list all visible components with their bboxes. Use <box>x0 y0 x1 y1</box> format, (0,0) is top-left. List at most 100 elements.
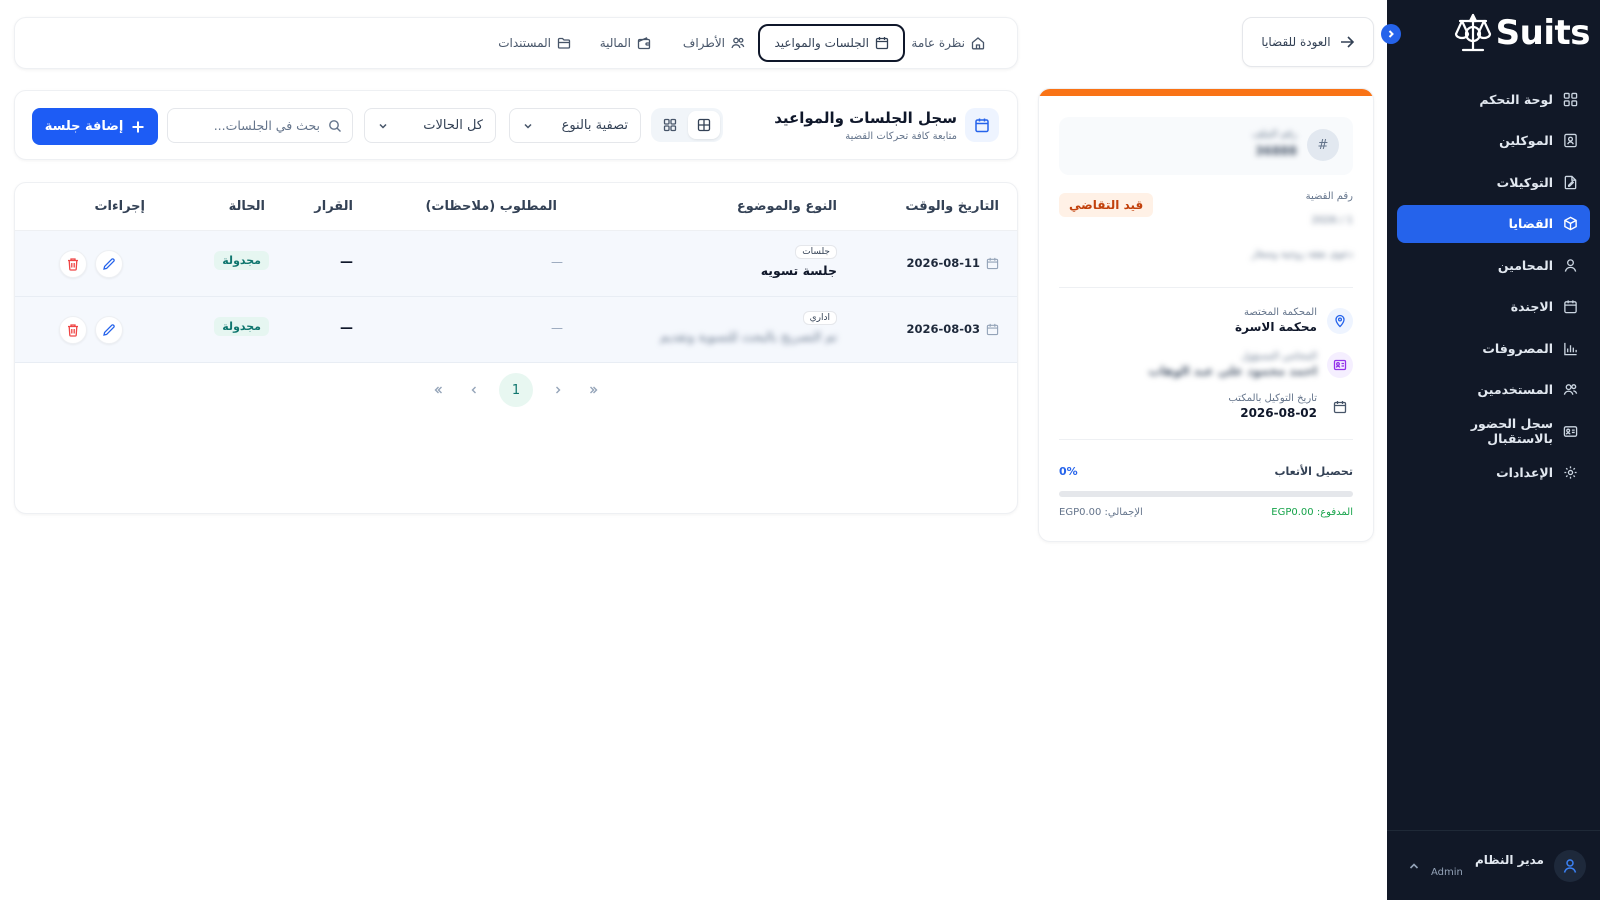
session-date: 2026-08-03 <box>906 322 999 336</box>
session-status: مجدولة <box>214 251 269 270</box>
user-icon <box>1563 858 1577 873</box>
id-card-icon <box>1563 425 1578 437</box>
case-tabs: نظرة عامة الجلسات والمواعيد الأطراف الما… <box>14 17 1018 69</box>
brand-logo[interactable]: Suits <box>1454 10 1591 56</box>
tab-label: المستندات <box>498 36 551 50</box>
total-amount: الإجمالي: EGP0.00 <box>1059 507 1143 518</box>
pagination: 1 <box>15 373 1017 407</box>
session-status: مجدولة <box>214 317 269 336</box>
table-view-button[interactable] <box>688 111 720 139</box>
sidebar-item-attendance[interactable]: سجل الحضور بالاستقبال <box>1397 412 1590 450</box>
tab-sessions[interactable]: الجلسات والمواعيد <box>758 24 905 62</box>
tab-parties[interactable]: الأطراف <box>669 24 759 62</box>
sidebar-item-users[interactable]: المستخدمين <box>1397 371 1590 409</box>
page-button-current[interactable]: 1 <box>499 373 533 407</box>
trash-icon <box>68 324 78 337</box>
status-accent-bar <box>1039 89 1373 96</box>
user-profile[interactable]: مدير النظام Admin <box>1387 830 1600 900</box>
sidebar-item-lawyers[interactable]: المحامين <box>1397 246 1590 284</box>
tab-finance[interactable]: المالية <box>586 24 665 62</box>
id-badge-icon <box>1327 351 1353 378</box>
sidebar-item-label: الإعدادات <box>1496 465 1553 480</box>
fees-label: تحصيل الأتعاب <box>1274 465 1353 478</box>
chevron-down-icon <box>524 123 532 129</box>
page-subtitle: متابعة كافة تحركات القضية <box>845 131 957 142</box>
poa-date-row: تاريخ التوكيل بالمكتب 2026-08-02 <box>1228 393 1353 420</box>
session-type-chip: جلسات <box>795 245 837 259</box>
double-chevron-right-icon <box>590 386 598 394</box>
edit-session-button[interactable] <box>95 316 123 344</box>
grid-view-button[interactable] <box>654 111 686 139</box>
sidebar-item-agenda[interactable]: الاجندة <box>1397 288 1590 326</box>
court-value: محكمة الاسرة <box>1235 320 1317 334</box>
arrow-right-icon <box>1340 36 1354 48</box>
column-header-actions: إجراءات <box>94 199 145 214</box>
sidebar-item-label: المحامين <box>1497 257 1553 273</box>
sidebar-item-poa[interactable]: التوكيلات <box>1397 163 1590 201</box>
dashboard-icon <box>1563 92 1578 106</box>
back-to-cases-button[interactable]: العودة للقضايا <box>1242 17 1374 67</box>
sidebar-item-dashboard[interactable]: لوحة التحكم <box>1397 80 1590 118</box>
case-status-badge: قيد التقاضي <box>1059 193 1154 217</box>
status-filter-select[interactable]: كل الحالات <box>364 108 496 143</box>
session-decision: — <box>340 255 353 270</box>
type-filter-value: تصفية بالنوع <box>561 118 628 133</box>
back-label: العودة للقضايا <box>1261 35 1331 49</box>
next-page-button[interactable] <box>547 379 569 401</box>
prev-page-button[interactable] <box>463 379 485 401</box>
session-type-subject: اداري تم التصريح بالبحث للتسوية وتقديم <box>660 309 837 344</box>
folder-icon <box>557 37 571 49</box>
user-icon <box>1564 258 1577 272</box>
chevron-up-icon[interactable] <box>1407 859 1421 873</box>
last-page-button[interactable] <box>583 379 605 401</box>
case-summary-card: # رقم الملف 36888 رقم القضية 2026 / 1 قي… <box>1038 88 1374 542</box>
calendar-icon <box>1327 394 1353 420</box>
column-header-type-subject: النوع والموضوع <box>736 199 837 214</box>
session-decision: — <box>340 321 353 336</box>
lawyer-row: المحامي المسؤول احمد محمود علي عبد الوها… <box>1148 351 1353 378</box>
case-number-label: رقم القضية <box>1305 191 1353 202</box>
session-subject: تم التصريح بالبحث للتسوية وتقديم <box>660 329 837 344</box>
sessions-toolbar: سجل الجلسات والمواعيد متابعة كافة تحركات… <box>14 90 1018 160</box>
sidebar-item-expenses[interactable]: المصروفات <box>1397 329 1590 367</box>
chevron-down-icon <box>379 123 387 129</box>
sidebar: Suits لوحة التحكم الموكلين التوكيلات الق… <box>1387 0 1600 900</box>
tab-overview[interactable]: نظرة عامة <box>897 24 999 62</box>
sidebar-item-label: المستخدمين <box>1477 382 1553 397</box>
type-filter-select[interactable]: تصفية بالنوع <box>509 108 641 143</box>
plus-icon <box>132 121 144 132</box>
file-number-label: رقم الملف <box>1252 129 1297 140</box>
table-row[interactable]: 2026-08-11 جلسات جلسة تسويه — — مجدولة <box>15 231 1017 297</box>
court-label: المحكمة المختصة <box>1243 307 1317 318</box>
avatar <box>1554 849 1586 882</box>
table-header: التاريخ والوقت النوع والموضوع المطلوب (م… <box>15 183 1017 231</box>
calendar-icon <box>1564 300 1577 314</box>
delete-session-button[interactable] <box>59 316 87 344</box>
delete-session-button[interactable] <box>59 250 87 278</box>
status-filter-value: كل الحالات <box>423 118 483 133</box>
file-number-box: # رقم الملف 36888 <box>1059 117 1353 175</box>
session-required: — <box>551 321 563 335</box>
view-mode-toggle <box>651 108 723 142</box>
calendar-icon <box>986 323 999 335</box>
session-subject: جلسة تسويه <box>760 263 837 278</box>
calendar-icon <box>986 257 999 269</box>
add-session-button[interactable]: إضافة جلسة <box>32 108 158 145</box>
sessions-table: التاريخ والوقت النوع والموضوع المطلوب (م… <box>14 182 1018 514</box>
tab-documents[interactable]: المستندات <box>484 24 585 62</box>
page-title: سجل الجلسات والمواعيد <box>774 109 957 127</box>
search-input[interactable] <box>180 118 320 133</box>
sidebar-collapse-button[interactable] <box>1381 24 1401 44</box>
brand-name: Suits <box>1495 13 1591 53</box>
table-row[interactable]: 2026-08-03 اداري تم التصريح بالبحث للتسو… <box>15 297 1017 363</box>
session-type-chip: اداري <box>802 311 837 325</box>
fees-progress-bar <box>1059 491 1353 497</box>
sidebar-item-clients[interactable]: الموكلين <box>1397 122 1590 160</box>
first-page-button[interactable] <box>427 379 449 401</box>
sidebar-item-cases[interactable]: القضايا <box>1397 204 1590 243</box>
edit-session-button[interactable] <box>95 250 123 278</box>
tab-label: نظرة عامة <box>911 36 965 50</box>
sidebar-item-settings[interactable]: الإعدادات <box>1397 454 1590 492</box>
session-date: 2026-08-11 <box>906 256 999 270</box>
court-row: المحكمة المختصة محكمة الاسرة <box>1235 307 1353 334</box>
